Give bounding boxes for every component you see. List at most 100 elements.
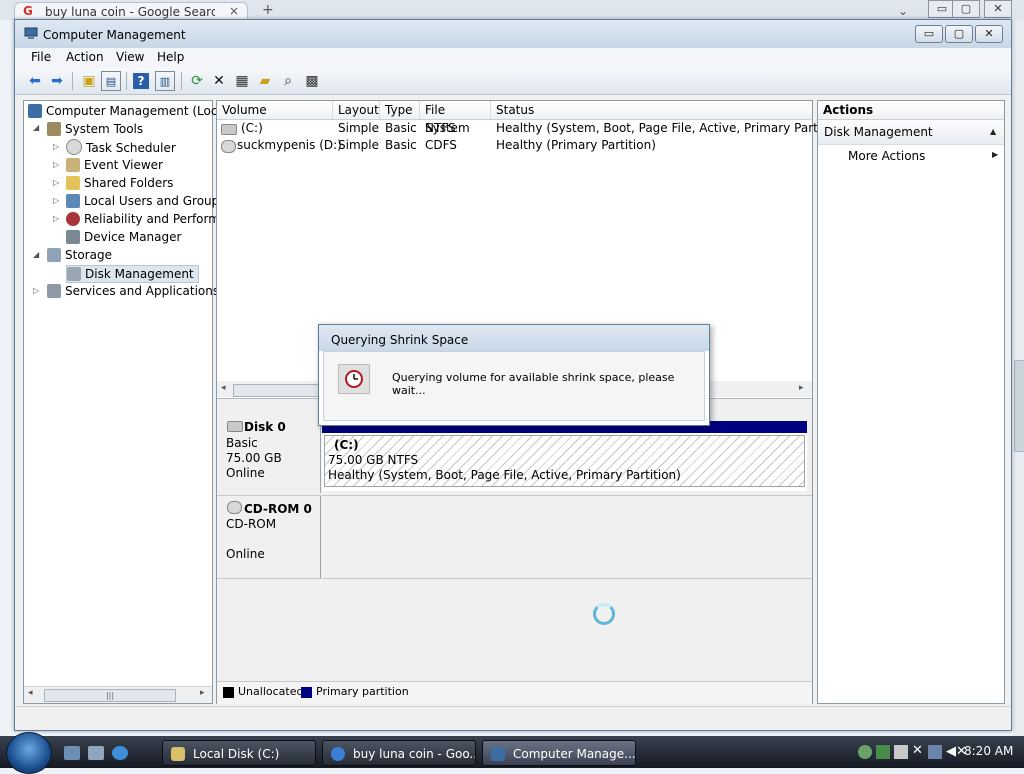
computer-management-icon [24, 27, 38, 39]
tree-item-root[interactable]: Computer Management (Local [28, 103, 228, 119]
expand-arrow-icon[interactable]: ▷ [53, 142, 59, 151]
tree-item-storage[interactable]: Storage [47, 247, 112, 263]
menu-help[interactable]: Help [157, 50, 184, 64]
disk-state: Online [226, 466, 265, 480]
close-button[interactable]: ✕ [975, 25, 1003, 43]
more-actions-label: More Actions [848, 149, 926, 163]
show-desktop-icon[interactable] [64, 746, 80, 760]
minimize-button[interactable]: ▭ [915, 25, 943, 43]
tree-item-task-scheduler[interactable]: Task Scheduler [66, 139, 176, 155]
volume-type: Basic [385, 121, 417, 135]
expand-arrow-icon[interactable]: ▷ [53, 196, 59, 205]
dialog-title-bar[interactable]: Querying Shrink Space [319, 325, 709, 351]
computer-management-icon [491, 747, 505, 761]
column-header-layout[interactable]: Layout [333, 101, 380, 119]
menu-file[interactable]: File [31, 50, 51, 64]
table-row[interactable]: (C:) Simple Basic NTFS Healthy (System, … [217, 121, 849, 138]
browser-restore-button[interactable]: ▢ [952, 0, 980, 18]
disk-icon [227, 421, 243, 432]
menu-action[interactable]: Action [66, 50, 104, 64]
tree-item-services[interactable]: Services and Applications [47, 283, 219, 299]
up-folder-icon[interactable]: ▣ [79, 71, 99, 91]
forward-arrow-icon[interactable]: ➡ [47, 71, 67, 91]
windows-security-icon[interactable] [876, 745, 890, 759]
tree-item-label: Task Scheduler [86, 141, 176, 155]
tree-item-reliability[interactable]: Reliability and Performa [66, 211, 227, 227]
partition-c-block[interactable]: (C:) 75.00 GB NTFS Healthy (System, Boot… [322, 421, 807, 491]
collapse-arrow-icon[interactable]: ◢ [33, 250, 39, 259]
actions-title: Actions [823, 103, 874, 117]
column-header-type[interactable]: Type [380, 101, 420, 119]
show-hide-tree-icon[interactable]: ▤ [101, 71, 121, 91]
browser-close-button[interactable]: ✕ [984, 0, 1012, 18]
tree-horizontal-scrollbar[interactable]: ◂ ||| ▸ [24, 686, 212, 703]
browser-scroll-thumb[interactable] [1014, 360, 1024, 452]
scroll-thumb[interactable]: ||| [44, 689, 176, 702]
refresh-icon[interactable]: ⟳ [187, 71, 207, 91]
submenu-arrow-icon: ▶ [992, 150, 999, 159]
title-bar[interactable]: Computer Management ▭ ▢ ✕ [15, 20, 1011, 48]
error-icon[interactable]: ✕ [912, 743, 923, 758]
close-tab-icon[interactable]: × [229, 4, 239, 18]
disk-kind: CD-ROM [226, 517, 277, 531]
disk-0-info[interactable]: Disk 0 Basic 75.00 GB Online [217, 417, 321, 493]
column-header-file-system[interactable]: File System [420, 101, 491, 135]
tree-item-system-tools[interactable]: System Tools [47, 121, 143, 137]
tab-overflow-icon[interactable]: ⌄ [898, 4, 908, 18]
open-icon[interactable]: ▰ [255, 71, 275, 91]
scroll-thumb[interactable] [233, 384, 325, 397]
background-tab-title: buy luna coin - Google Search [45, 5, 215, 19]
column-header-volume[interactable]: Volume [217, 101, 333, 119]
disk-name: CD-ROM 0 [244, 502, 312, 516]
delete-icon[interactable]: ✕ [209, 71, 229, 91]
volume-layout: Simple [338, 121, 379, 135]
tree-item-label: Storage [65, 248, 112, 262]
toolbar-separator [72, 72, 73, 90]
tree-item-local-users[interactable]: Local Users and Groups [66, 193, 226, 209]
cdrom-area[interactable] [322, 495, 812, 579]
scroll-right-arrow-icon[interactable]: ▸ [799, 383, 804, 393]
tray-app-icon[interactable] [894, 745, 908, 759]
actions-section-disk-management[interactable]: Disk Management ▲ [818, 120, 1004, 145]
task-computer-management[interactable]: Computer Manage... [482, 740, 636, 766]
scroll-right-arrow-icon[interactable]: ▸ [200, 688, 205, 698]
google-icon: G [23, 4, 33, 18]
cd-drive-icon [227, 501, 242, 514]
new-tab-button[interactable]: + [262, 2, 274, 18]
expand-arrow-icon[interactable]: ▷ [53, 160, 59, 169]
partition-label: (C:) [334, 438, 359, 452]
collapse-section-icon[interactable]: ▲ [990, 120, 996, 144]
help-icon[interactable]: ? [133, 73, 149, 89]
expand-arrow-icon[interactable]: ▷ [33, 286, 39, 295]
column-header-status[interactable]: Status [491, 101, 812, 119]
task-browser[interactable]: buy luna coin - Goo... [322, 740, 476, 766]
menu-view[interactable]: View [116, 50, 144, 64]
network-icon[interactable] [928, 745, 942, 759]
expand-arrow-icon[interactable]: ▷ [53, 214, 59, 223]
expand-arrow-icon[interactable]: ▷ [53, 178, 59, 187]
task-local-disk[interactable]: Local Disk (C:) [162, 740, 316, 766]
clock[interactable]: 8:20 AM [964, 744, 1013, 758]
table-row[interactable]: suckmypenis (D:) Simple Basic CDFS Healt… [217, 138, 812, 155]
scroll-left-arrow-icon[interactable]: ◂ [28, 688, 33, 698]
tree-item-device-manager[interactable]: Device Manager [66, 229, 181, 245]
network-users-icon[interactable] [858, 745, 872, 759]
properties-icon[interactable]: ▦ [232, 71, 252, 91]
toolbar: ⬅ ➡ ▣ ▤ ? ▥ ⟳ ✕ ▦ ▰ ⌕ ▩ [15, 68, 1011, 95]
querying-shrink-dialog: Querying Shrink Space Querying volume fo… [318, 324, 710, 426]
switch-windows-icon[interactable] [88, 746, 104, 760]
internet-explorer-icon[interactable] [112, 746, 128, 760]
more-actions-item[interactable]: More Actions ▶ [818, 146, 1004, 166]
collapse-arrow-icon[interactable]: ◢ [33, 123, 39, 132]
clock-progress-icon [338, 364, 370, 394]
search-icon[interactable]: ⌕ [278, 71, 298, 91]
maximize-button[interactable]: ▢ [945, 25, 973, 43]
tree-item-disk-management[interactable]: Disk Management [66, 265, 199, 283]
properties-pane-icon[interactable]: ▥ [155, 71, 175, 91]
cdrom-0-info[interactable]: CD-ROM 0 CD-ROM Online [217, 495, 321, 579]
back-arrow-icon[interactable]: ⬅ [25, 71, 45, 91]
export-icon[interactable]: ▩ [302, 71, 322, 91]
tree-item-shared-folders[interactable]: Shared Folders [66, 175, 173, 191]
tree-item-event-viewer[interactable]: Event Viewer [66, 157, 163, 173]
scroll-left-arrow-icon[interactable]: ◂ [221, 383, 226, 393]
